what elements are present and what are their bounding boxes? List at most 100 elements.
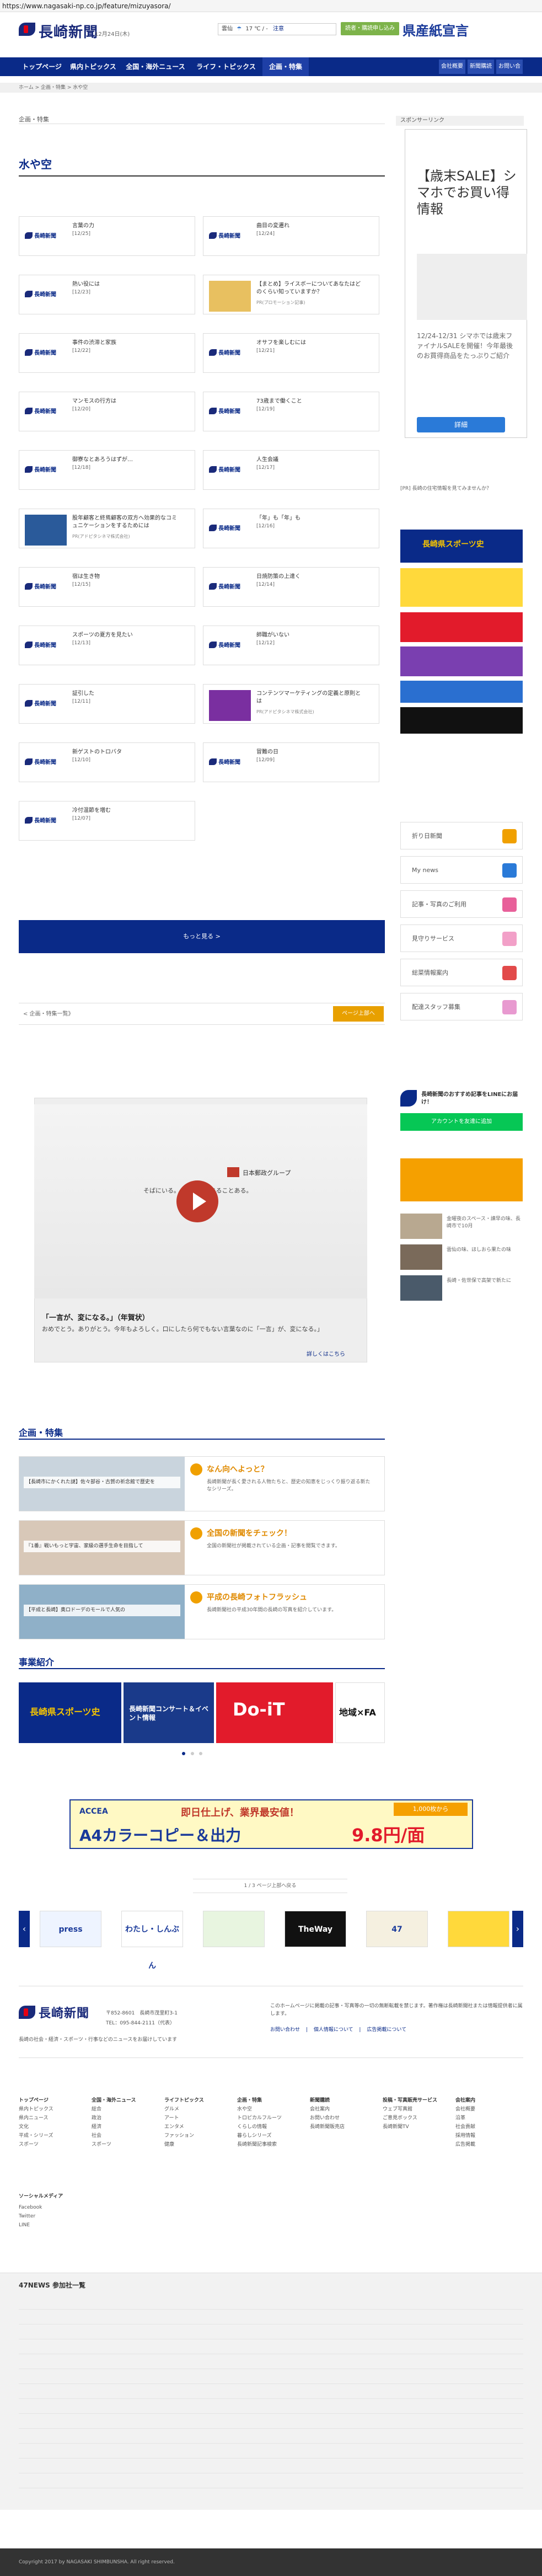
nav-sub-contact[interactable]: お問い合わせ (496, 60, 523, 84)
sidebar-link[interactable]: 記事・写真のご利用 (400, 890, 523, 918)
footer-column-heading[interactable]: トップページ (19, 2096, 85, 2105)
carousel-next-icon[interactable]: › (512, 1911, 523, 1947)
article-card[interactable]: 長崎新聞 73歳まで働くこと [12/19] (203, 392, 379, 431)
article-title[interactable]: 新ゲストのトロバタ (72, 749, 177, 756)
site-logo[interactable]: 長崎新聞 (39, 21, 98, 41)
sidebar-link[interactable]: 折り日新聞 (400, 822, 523, 849)
nav-item-local[interactable]: 県内トピックス (67, 57, 119, 76)
footer-link[interactable]: 文化 (19, 2123, 85, 2131)
project-doit[interactable]: Do-iT (216, 1682, 333, 1743)
article-card[interactable]: 長崎新聞 日焼防策の上達く [12/14] (203, 567, 379, 607)
article-card[interactable]: 長崎新聞 マンモスの行方は [12/20] (19, 392, 195, 431)
newspaper-logo-icon[interactable] (19, 23, 35, 36)
footer-column-heading[interactable]: 会社案内 (455, 2096, 522, 2105)
article-card[interactable]: 長崎新聞 「年」も「年」も [12/16] (203, 509, 379, 548)
article-title[interactable]: 日焼防策の上達く (256, 573, 361, 581)
facebook-link[interactable]: Facebook (19, 2203, 42, 2212)
feature-thumbnail[interactable]: 【平成と長崎】奥ロドーデのモールで人気の (19, 1585, 185, 1639)
footer-link[interactable]: 会社概要 (455, 2105, 522, 2114)
footer-link[interactable]: ご意見ボックス (383, 2114, 449, 2123)
nav-item-national[interactable]: 全国・海外ニュース (121, 57, 190, 76)
side-news-title[interactable]: 長崎・佐世保で高架で新たに (447, 1278, 523, 1285)
article-title[interactable]: 股年顧客と終焉顧客の双方へ効果的なコミュニケーションをするためには (72, 515, 177, 530)
footer-column-heading[interactable]: ライフトピックス (164, 2096, 230, 2105)
footer-link[interactable]: エンタメ (164, 2123, 230, 2131)
footer-logo[interactable]: 長崎新聞 (39, 2003, 89, 2021)
article-card[interactable]: 長崎新聞 熱い役には [12/23] (19, 275, 195, 314)
carousel-item[interactable] (448, 1911, 509, 1947)
footer-link[interactable]: 沿革 (455, 2114, 522, 2123)
week-ranking-banner[interactable] (400, 1158, 523, 1201)
article-title[interactable]: 冒難の日 (256, 749, 361, 756)
carousel-item[interactable]: TheWay (285, 1911, 346, 1947)
article-card[interactable]: 長崎新聞 スポーツの夏方を見たい [12/13] (19, 626, 195, 665)
footer-column-heading[interactable]: 新聞購読 (310, 2096, 376, 2105)
news47-member-list[interactable] (19, 2295, 523, 2493)
article-card[interactable]: 長崎新聞 言葉の力 [12/25] (19, 216, 195, 256)
play-icon[interactable] (176, 1180, 218, 1222)
project-fa[interactable]: 地域×FA (335, 1682, 385, 1743)
article-card[interactable]: 長崎新聞 証引した [12/11] (19, 684, 195, 724)
sale-text[interactable]: 【歳末SALE】シマホでお買い得情報 (417, 168, 522, 217)
video-ad-headline[interactable]: 「一言が、変になる。」（年賀状） (42, 1312, 149, 1322)
feature-thumbnail[interactable]: 【長崎市にかくれた謎】佐々部谷・古賀の祈念館で歴史を (19, 1457, 185, 1511)
nav-item-features[interactable]: 企画・特集 (262, 57, 309, 76)
article-card[interactable]: 股年顧客と終焉顧客の双方へ効果的なコミュニケーションをするためには PR(アドピタ… (19, 509, 195, 548)
nav-sub-company[interactable]: 会社概要 (439, 60, 465, 74)
nagasaki-product-banner[interactable] (400, 612, 523, 642)
side-news-thumbnail[interactable] (400, 1214, 442, 1239)
footer-link[interactable]: 県内トピックス (19, 2105, 85, 2114)
article-card[interactable]: 長崎新聞 曲目の変遷れ [12/24] (203, 216, 379, 256)
sidebar-link[interactable]: 総菜情報案内 (400, 959, 523, 986)
carousel-prev-icon[interactable]: ‹ (19, 1911, 30, 1947)
footer-link[interactable]: 総合 (92, 2105, 158, 2114)
article-title[interactable]: 事件の渋滞と家族 (72, 339, 177, 347)
feature-title[interactable]: なん向へよっと？ (207, 1463, 269, 1474)
web-photo-banner[interactable] (400, 707, 523, 734)
footer-link[interactable]: 政治 (92, 2114, 158, 2123)
twitter-link[interactable]: Twitter (19, 2212, 42, 2221)
feature-title[interactable]: 平成の長崎フォトフラッシュ (207, 1591, 307, 1602)
article-card[interactable]: 長崎新聞 冷付温節を増む [12/07] (19, 801, 195, 841)
feature-item[interactable]: 『1番』戦いもっと宇宙、家級の選手生命を目指して 全国の新聞をチェック！ 全国の新聞… (19, 1520, 385, 1575)
project-sports-history[interactable]: 長崎県スポーツ史 (19, 1682, 121, 1743)
footer-link-ads[interactable]: 広告掲載について (367, 2027, 406, 2033)
footer-link[interactable]: 長崎新聞販売店 (310, 2123, 376, 2131)
article-card[interactable]: 長崎新聞 新ゲストのトロバタ [12/10] (19, 742, 195, 782)
article-title[interactable]: 証引した (72, 690, 177, 698)
article-title[interactable]: コンテンツマーケティングの定義と原則とは (256, 690, 361, 706)
footer-link[interactable]: 長崎新聞TV (383, 2123, 449, 2131)
line-link[interactable]: LINE (19, 2221, 42, 2230)
article-title[interactable]: マンモスの行方は (72, 398, 177, 405)
accea-ad[interactable]: ACCEA 即日仕上げ、業界最安値！ A4カラーコピー＆出力 9.8円/面 1,… (69, 1799, 473, 1849)
article-title[interactable]: 人生会議 (256, 456, 361, 464)
nav-sub-subscribe[interactable]: 新聞購読 (468, 60, 494, 74)
article-card[interactable]: 長崎新聞 宿は生き物 [12/15] (19, 567, 195, 607)
breadcrumb[interactable]: ホーム > 企画・特集 > 水や空 (0, 83, 542, 93)
feature-title[interactable]: 全国の新聞をチェック！ (207, 1527, 292, 1538)
feature-thumbnail[interactable]: 『1番』戦いもっと宇宙、家級の選手生命を目指して (19, 1521, 185, 1575)
footer-link[interactable]: グルメ (164, 2105, 230, 2114)
more-button[interactable]: もっと見る > (19, 920, 385, 953)
footer-link[interactable]: 健康 (164, 2140, 230, 2149)
footer-link[interactable]: 広告掲載 (455, 2140, 522, 2149)
footer-link[interactable]: 社会 (92, 2131, 158, 2140)
article-title[interactable]: 曲目の変遷れ (256, 222, 361, 230)
footer-link[interactable]: 平成・シリーズ (19, 2131, 85, 2140)
side-news-thumbnail[interactable] (400, 1275, 442, 1301)
carousel-item[interactable]: 47 (366, 1911, 428, 1947)
footer-link[interactable]: スポーツ (92, 2140, 158, 2149)
sidebar-link[interactable]: My news (400, 856, 523, 884)
slider-dots[interactable] (182, 1750, 215, 1755)
page-top-button[interactable]: ページ上部へ (333, 1006, 384, 1022)
footer-link[interactable]: 採用情報 (455, 2131, 522, 2140)
footer-link[interactable]: ウェブ写真館 (383, 2105, 449, 2114)
side-news-title[interactable]: 金曜夜のスペース・諫早の味、長崎市で10月 (447, 1216, 523, 1230)
article-card[interactable]: 【まとめ】ライスボーについてあなたはどのくらい知っていますか？ PR(プロモーショ… (203, 275, 379, 314)
sidebar-pr-link[interactable]: [PR] 長崎の住宅情報を見てみませんか？ (400, 485, 523, 493)
side-news-thumbnail[interactable] (400, 1244, 442, 1270)
subscribe-button[interactable]: 読者・購読申し込み (341, 22, 399, 35)
sidebar-link[interactable]: 見守りサービス (400, 924, 523, 952)
trade-banner[interactable] (400, 646, 523, 676)
video-ad-link[interactable]: 詳しくはこちら (307, 1349, 345, 1358)
